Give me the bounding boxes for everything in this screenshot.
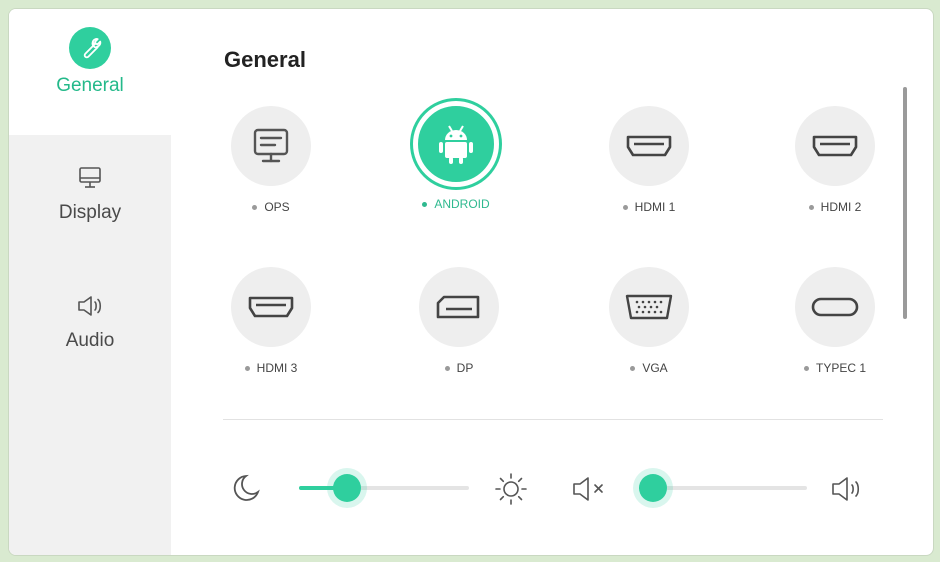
- hdmi-port-icon: [609, 106, 689, 186]
- speaker-icon: [76, 293, 104, 324]
- status-dot: [244, 365, 250, 371]
- volume-slider-thumb[interactable]: [639, 474, 667, 502]
- vga-port-icon: [609, 267, 689, 347]
- source-label: HDMI 2: [820, 200, 862, 214]
- status-dot: [630, 365, 636, 371]
- hdmi-port-icon: [795, 106, 875, 186]
- source-label: DP: [456, 361, 474, 375]
- source-hdmi-3[interactable]: HDMI 3: [196, 267, 346, 375]
- source-hdmi-1[interactable]: HDMI 1: [574, 106, 724, 214]
- source-ops[interactable]: OPS: [196, 106, 346, 214]
- moon-icon: [231, 471, 261, 505]
- brightness-slider[interactable]: [299, 474, 469, 502]
- status-dot: [803, 365, 809, 371]
- brightness-slider-thumb[interactable]: [333, 474, 361, 502]
- source-label: HDMI 1: [634, 200, 676, 214]
- source-label: OPS: [264, 200, 290, 214]
- speaker-icon[interactable]: [829, 473, 869, 505]
- usb-c-port-icon: [795, 267, 875, 347]
- status-dot: [808, 204, 814, 210]
- sidebar-item-label: General: [56, 75, 124, 96]
- sun-icon[interactable]: [493, 471, 529, 507]
- source-hdmi-2[interactable]: HDMI 2: [760, 106, 910, 214]
- displayport-icon: [419, 267, 499, 347]
- sidebar-item-label: Display: [58, 202, 122, 223]
- source-android[interactable]: ANDROID: [381, 101, 531, 211]
- sidebar-item-audio[interactable]: Audio: [9, 287, 171, 352]
- source-label: HDMI 3: [256, 361, 298, 375]
- source-label: VGA: [642, 361, 668, 375]
- monitor-icon: [77, 165, 103, 196]
- status-dot: [422, 201, 428, 207]
- android-icon: [413, 101, 499, 187]
- mute-icon[interactable]: [571, 473, 611, 505]
- divider: [223, 419, 883, 420]
- ops-monitor-icon: [231, 106, 311, 186]
- settings-window: General Display Audio General OPS ANDROI…: [8, 8, 934, 556]
- status-dot: [622, 204, 628, 210]
- source-label: TYPEC 1: [815, 361, 866, 375]
- sidebar-item-display[interactable]: Display: [9, 159, 171, 224]
- scrollbar[interactable]: [903, 87, 907, 319]
- source-typec-1[interactable]: TYPEC 1: [760, 267, 910, 375]
- page-title: General: [224, 47, 306, 72]
- sidebar-item-label: Audio: [65, 330, 115, 351]
- volume-slider[interactable]: [639, 474, 807, 502]
- source-vga[interactable]: VGA: [574, 267, 724, 375]
- wrench-icon: [69, 27, 111, 69]
- sidebar-item-general[interactable]: General: [9, 9, 171, 135]
- source-dp[interactable]: DP: [384, 267, 534, 375]
- source-label: ANDROID: [434, 197, 490, 211]
- sidebar: General Display Audio: [9, 9, 171, 555]
- status-dot: [444, 365, 450, 371]
- status-dot: [252, 204, 258, 210]
- hdmi-port-icon: [231, 267, 311, 347]
